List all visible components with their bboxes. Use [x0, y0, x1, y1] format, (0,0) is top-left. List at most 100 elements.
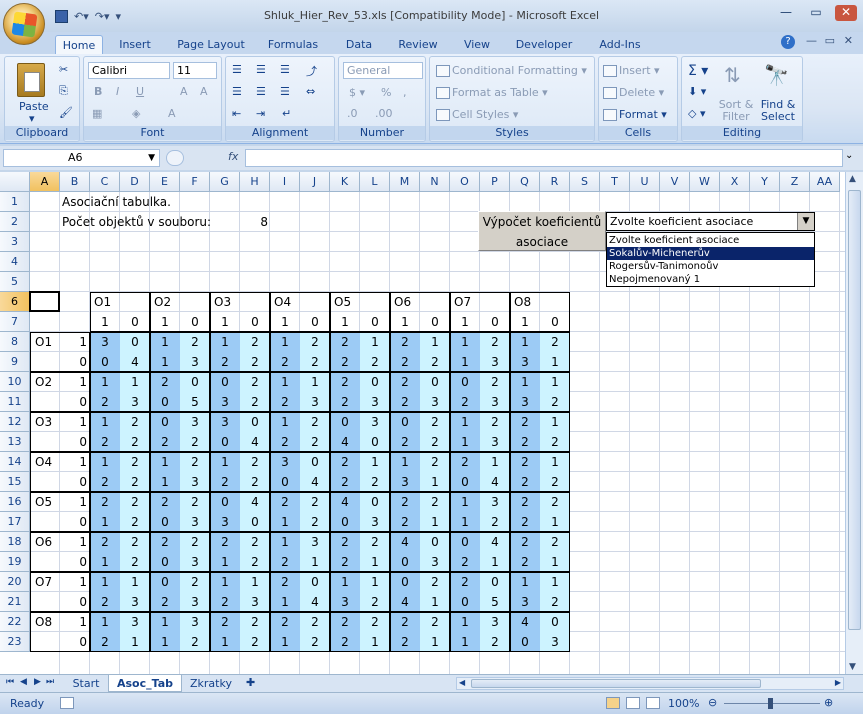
matrix-cell[interactable]: 4	[330, 432, 360, 452]
currency-icon[interactable]: $ ▾	[349, 86, 365, 99]
column-header-n[interactable]: N	[420, 172, 450, 192]
matrix-cell[interactable]: 2	[240, 532, 270, 552]
matrix-cell[interactable]: 0	[210, 492, 240, 512]
matrix-cell[interactable]: 1	[120, 572, 150, 592]
matrix-cell[interactable]: 0	[300, 572, 330, 592]
row-header-2[interactable]: 2	[0, 212, 30, 232]
merge-icon[interactable]: ⇔	[306, 85, 315, 98]
matrix-cell[interactable]: 2	[180, 432, 210, 452]
matrix-cell[interactable]: 3	[210, 392, 240, 412]
tab-developer[interactable]: Developer	[511, 35, 577, 54]
row-header-21[interactable]: 21	[0, 592, 30, 612]
matrix-cell[interactable]: 2	[300, 432, 330, 452]
matrix-cell[interactable]: 3	[510, 592, 540, 612]
insert-cells-button[interactable]: Insert ▾	[603, 64, 660, 77]
column-header-x[interactable]: X	[720, 172, 750, 192]
matrix-cell[interactable]: 2	[330, 612, 360, 632]
column-header-h[interactable]: H	[240, 172, 270, 192]
matrix-cell[interactable]: 0	[390, 572, 420, 592]
increase-decimal-icon[interactable]: .0	[347, 107, 358, 120]
column-header-j[interactable]: J	[300, 172, 330, 192]
matrix-cell[interactable]: 3	[540, 632, 570, 652]
matrix-cell[interactable]: 2	[240, 332, 270, 352]
matrix-cell[interactable]: 0	[450, 532, 480, 552]
matrix-cell[interactable]: 0	[390, 552, 420, 572]
matrix-cell[interactable]: 2	[390, 612, 420, 632]
matrix-cell[interactable]: 1	[240, 572, 270, 592]
copy-icon[interactable]: ⎘	[59, 84, 68, 98]
row-header-19[interactable]: 19	[0, 552, 30, 572]
zoom-slider-thumb[interactable]	[768, 698, 773, 709]
sheet-tab-start[interactable]: Start	[64, 675, 108, 692]
matrix-cell[interactable]: 0	[240, 412, 270, 432]
matrix-cell[interactable]: 3	[480, 352, 510, 372]
tab-insert[interactable]: Insert	[112, 35, 158, 54]
font-name-box[interactable]: Calibri	[88, 62, 170, 79]
ribbon-close-icon[interactable]: ✕	[844, 34, 853, 47]
matrix-cell[interactable]: 3	[120, 612, 150, 632]
cut-icon[interactable]: ✂	[59, 63, 68, 76]
matrix-cell[interactable]: 1	[540, 352, 570, 372]
row-header-13[interactable]: 13	[0, 432, 30, 452]
align-right-icon[interactable]: ☰	[280, 85, 290, 98]
select-all-corner[interactable]	[0, 172, 30, 192]
ribbon-minimize-icon[interactable]: —	[806, 34, 817, 47]
matrix-cell[interactable]: 1	[150, 612, 180, 632]
column-header-b[interactable]: B	[60, 172, 90, 192]
zoom-out-icon[interactable]: ⊖	[708, 696, 717, 709]
matrix-cell[interactable]: 0	[120, 332, 150, 352]
matrix-cell[interactable]: 1	[300, 552, 330, 572]
office-button[interactable]	[3, 3, 45, 45]
row-header-10[interactable]: 10	[0, 372, 30, 392]
matrix-cell[interactable]: 2	[240, 632, 270, 652]
wrap-text-icon[interactable]: ↵	[282, 107, 291, 120]
paste-icon[interactable]	[17, 63, 45, 97]
matrix-cell[interactable]: 2	[540, 332, 570, 352]
matrix-cell[interactable]: 1	[510, 332, 540, 352]
matrix-cell[interactable]: 0	[210, 372, 240, 392]
matrix-cell[interactable]: 3	[480, 392, 510, 412]
prev-sheet-icon[interactable]: ◀	[20, 677, 27, 687]
row-header-5[interactable]: 5	[0, 272, 30, 292]
matrix-cell[interactable]: 0	[510, 632, 540, 652]
matrix-cell[interactable]: 1	[90, 512, 120, 532]
tab-page-layout[interactable]: Page Layout	[172, 35, 250, 54]
matrix-cell[interactable]: 2	[240, 352, 270, 372]
matrix-cell[interactable]: 2	[420, 572, 450, 592]
matrix-cell[interactable]: 2	[240, 552, 270, 572]
matrix-cell[interactable]: 1	[90, 372, 120, 392]
matrix-cell[interactable]: 2	[150, 432, 180, 452]
page-layout-view-icon[interactable]	[626, 697, 640, 709]
matrix-cell[interactable]: 2	[300, 332, 330, 352]
matrix-cell[interactable]: 2	[450, 452, 480, 472]
matrix-cell[interactable]: 1	[360, 572, 390, 592]
column-header-e[interactable]: E	[150, 172, 180, 192]
matrix-cell[interactable]: 2	[390, 432, 420, 452]
formula-input[interactable]	[245, 149, 843, 167]
column-header-m[interactable]: M	[390, 172, 420, 192]
column-header-y[interactable]: Y	[750, 172, 780, 192]
matrix-cell[interactable]: 0	[480, 572, 510, 592]
matrix-cell[interactable]: 2	[210, 592, 240, 612]
matrix-cell[interactable]: 2	[480, 372, 510, 392]
vertical-scrollbar[interactable]: ▲ ▼	[845, 172, 863, 674]
matrix-cell[interactable]: 2	[360, 352, 390, 372]
matrix-cell[interactable]: 2	[540, 492, 570, 512]
matrix-cell[interactable]: 2	[270, 572, 300, 592]
matrix-cell[interactable]: 2	[150, 592, 180, 612]
matrix-cell[interactable]: 1	[450, 492, 480, 512]
matrix-cell[interactable]: 1	[210, 452, 240, 472]
matrix-cell[interactable]: 0	[450, 592, 480, 612]
matrix-cell[interactable]: 2	[480, 412, 510, 432]
tab-data[interactable]: Data	[339, 35, 379, 54]
find-select-button[interactable]: Find & Select	[756, 99, 800, 123]
matrix-cell[interactable]: 3	[360, 512, 390, 532]
matrix-cell[interactable]: 2	[420, 432, 450, 452]
matrix-cell[interactable]: 2	[510, 472, 540, 492]
matrix-cell[interactable]: 2	[330, 532, 360, 552]
number-format-box[interactable]: General	[343, 62, 423, 79]
autosum-icon[interactable]: Σ ▾	[688, 63, 708, 79]
matrix-cell[interactable]: 2	[540, 592, 570, 612]
row-header-15[interactable]: 15	[0, 472, 30, 492]
column-header-aa[interactable]: AA	[810, 172, 840, 192]
